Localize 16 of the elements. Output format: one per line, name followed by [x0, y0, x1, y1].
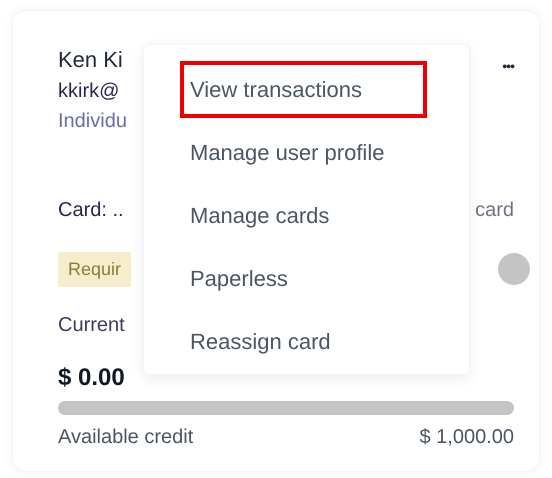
- balance-amount: $ 0.00: [58, 363, 126, 393]
- status-badge: Requir: [58, 252, 132, 286]
- card-link[interactable]: card: [475, 196, 514, 224]
- user-email: kkirk@: [58, 79, 120, 104]
- current-balance-label: Current: [58, 313, 126, 338]
- user-role: Individu: [58, 109, 127, 134]
- menu-item[interactable]: Reassign card: [190, 325, 331, 358]
- menu-item[interactable]: View transactions: [180, 61, 427, 118]
- more-button[interactable]: •••: [502, 56, 514, 77]
- menu-item[interactable]: Manage user profile: [190, 136, 384, 169]
- menu-item[interactable]: Manage cards: [190, 199, 330, 232]
- available-credit-label: Available credit: [58, 425, 194, 450]
- card-number: Card: ..: [58, 198, 124, 223]
- menu-item[interactable]: Paperless: [190, 262, 288, 295]
- user-name: Ken Ki: [58, 46, 124, 74]
- available-credit-amount: $ 1,000.00: [419, 425, 514, 450]
